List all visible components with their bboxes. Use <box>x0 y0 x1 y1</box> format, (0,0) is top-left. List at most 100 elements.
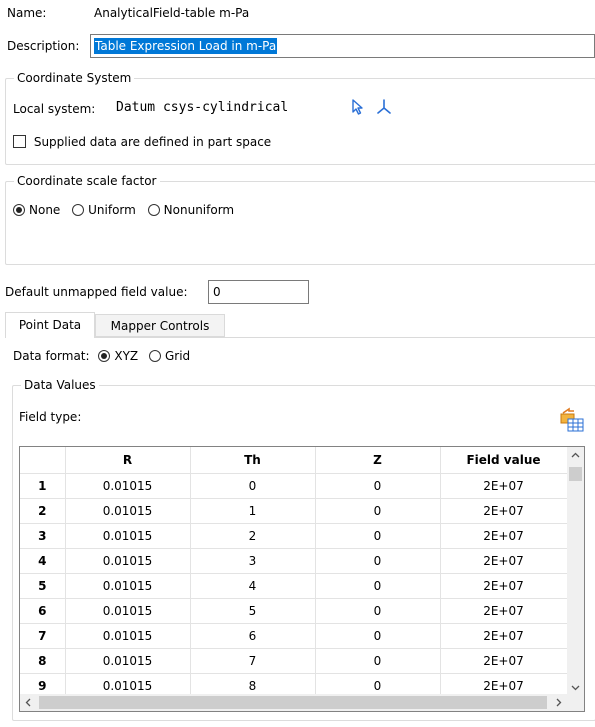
scroll-right-icon[interactable] <box>550 694 567 711</box>
cell-r[interactable]: 0.01015 <box>65 573 191 599</box>
cell-r[interactable]: 0.01015 <box>65 473 191 499</box>
select-csys-arrow-icon[interactable] <box>350 98 366 116</box>
cell-th[interactable]: 2 <box>190 523 316 549</box>
format-grid-radio[interactable] <box>148 350 161 362</box>
cell-r[interactable]: 0.01015 <box>65 648 191 674</box>
corner-header <box>20 447 66 474</box>
create-csys-triad-icon[interactable] <box>375 98 393 116</box>
default-unmapped-label: Default unmapped field value: <box>5 285 188 299</box>
local-system-label: Local system: <box>13 102 96 116</box>
data-values-title: Data Values <box>21 378 99 392</box>
scale-nonuniform-option[interactable]: Nonuniform <box>147 203 235 217</box>
local-system-value: Datum csys-cylindrical <box>116 100 289 115</box>
vertical-scroll-thumb[interactable] <box>569 467 582 481</box>
scrollbar-corner <box>567 694 584 711</box>
row-number: 4 <box>20 548 66 574</box>
cell-field-value[interactable]: 2E+07 <box>440 498 568 524</box>
table-row: 7 0.01015 6 0 2E+07 <box>20 623 568 649</box>
cell-z[interactable]: 0 <box>315 548 441 574</box>
format-xyz-label: XYZ <box>114 349 139 363</box>
scale-none-option[interactable]: None <box>13 203 60 217</box>
scale-uniform-radio[interactable] <box>72 204 85 216</box>
cell-th[interactable]: 1 <box>190 498 316 524</box>
cell-r[interactable]: 0.01015 <box>65 523 191 549</box>
scale-uniform-option[interactable]: Uniform <box>72 203 136 217</box>
scale-none-radio[interactable] <box>13 204 25 216</box>
cell-z[interactable]: 0 <box>315 473 441 499</box>
supplied-data-checkbox[interactable] <box>13 135 26 148</box>
column-header-r[interactable]: R <box>65 447 191 474</box>
table-row: 4 0.01015 3 0 2E+07 <box>20 548 568 574</box>
default-unmapped-field[interactable]: 0 <box>208 280 309 304</box>
cell-z[interactable]: 0 <box>315 523 441 549</box>
row-number: 6 <box>20 598 66 624</box>
description-label: Description: <box>7 39 80 53</box>
scale-nonuniform-label: Nonuniform <box>163 203 235 217</box>
cell-z[interactable]: 0 <box>315 598 441 624</box>
format-grid-option[interactable]: Grid <box>148 349 191 363</box>
scroll-left-icon[interactable] <box>20 694 37 711</box>
column-header-z[interactable]: Z <box>315 447 441 474</box>
data-format-label: Data format: <box>13 349 90 363</box>
format-grid-label: Grid <box>164 349 191 363</box>
cell-field-value[interactable]: 2E+07 <box>440 573 568 599</box>
scroll-up-icon[interactable] <box>567 447 584 464</box>
cell-r[interactable]: 0.01015 <box>65 623 191 649</box>
table-row: 5 0.01015 4 0 2E+07 <box>20 573 568 599</box>
horizontal-scrollbar[interactable] <box>20 694 567 711</box>
supplied-data-label: Supplied data are defined in part space <box>33 135 272 149</box>
scale-factor-group: Coordinate scale factor <box>5 174 595 265</box>
scale-none-label: None <box>29 203 61 217</box>
cell-z[interactable]: 0 <box>315 498 441 524</box>
cell-r[interactable]: 0.01015 <box>65 498 191 524</box>
cell-field-value[interactable]: 2E+07 <box>440 648 568 674</box>
description-field[interactable]: Table Expression Load in m-Pa <box>90 34 595 58</box>
row-number: 7 <box>20 623 66 649</box>
column-header-field-value[interactable]: Field value <box>440 447 568 474</box>
cell-field-value[interactable]: 2E+07 <box>440 473 568 499</box>
cell-th[interactable]: 3 <box>190 548 316 574</box>
cell-field-value[interactable]: 2E+07 <box>440 598 568 624</box>
scale-factor-title: Coordinate scale factor <box>14 174 160 188</box>
table-row: 6 0.01015 5 0 2E+07 <box>20 598 568 624</box>
data-values-table[interactable]: R Th Z Field value 1 0.01015 0 0 2E+07 2… <box>19 446 585 712</box>
cell-z[interactable]: 0 <box>315 648 441 674</box>
format-xyz-radio[interactable] <box>98 350 111 362</box>
cell-r[interactable]: 0.01015 <box>65 598 191 624</box>
cell-z[interactable]: 0 <box>315 573 441 599</box>
table-row: 3 0.01015 2 0 2E+07 <box>20 523 568 549</box>
table-row: 1 0.01015 0 0 2E+07 <box>20 473 568 499</box>
format-xyz-option[interactable]: XYZ <box>98 349 138 363</box>
scale-uniform-label: Uniform <box>88 203 136 217</box>
tab-point-data[interactable]: Point Data <box>5 312 95 338</box>
name-label: Name: <box>7 6 47 20</box>
coordinate-system-title: Coordinate System <box>14 71 135 85</box>
row-number: 5 <box>20 573 66 599</box>
tab-mapper-controls[interactable]: Mapper Controls <box>95 314 225 337</box>
cell-field-value[interactable]: 2E+07 <box>440 523 568 549</box>
cell-th[interactable]: 5 <box>190 598 316 624</box>
vertical-scrollbar[interactable] <box>567 447 584 696</box>
cell-z[interactable]: 0 <box>315 623 441 649</box>
cell-th[interactable]: 6 <box>190 623 316 649</box>
cell-field-value[interactable]: 2E+07 <box>440 623 568 649</box>
table-row: 8 0.01015 7 0 2E+07 <box>20 648 568 674</box>
row-number: 8 <box>20 648 66 674</box>
edit-table-icon[interactable] <box>560 406 584 432</box>
cell-field-value[interactable]: 2E+07 <box>440 548 568 574</box>
name-value: AnalyticalField-table m-Pa <box>94 6 250 20</box>
column-header-th[interactable]: Th <box>190 447 316 474</box>
field-type-label: Field type: <box>19 410 82 424</box>
cell-th[interactable]: 0 <box>190 473 316 499</box>
cell-r[interactable]: 0.01015 <box>65 548 191 574</box>
row-number: 3 <box>20 523 66 549</box>
cell-th[interactable]: 7 <box>190 648 316 674</box>
table-row: 2 0.01015 1 0 2E+07 <box>20 498 568 524</box>
coordinate-system-group: Coordinate System <box>5 71 595 165</box>
cell-th[interactable]: 4 <box>190 573 316 599</box>
horizontal-scroll-thumb[interactable] <box>39 696 547 709</box>
scale-nonuniform-radio[interactable] <box>147 204 160 216</box>
supplied-data-checkbox-row[interactable]: Supplied data are defined in part space <box>13 134 271 150</box>
row-number: 1 <box>20 473 66 499</box>
table-header-row: R Th Z Field value <box>20 447 568 474</box>
